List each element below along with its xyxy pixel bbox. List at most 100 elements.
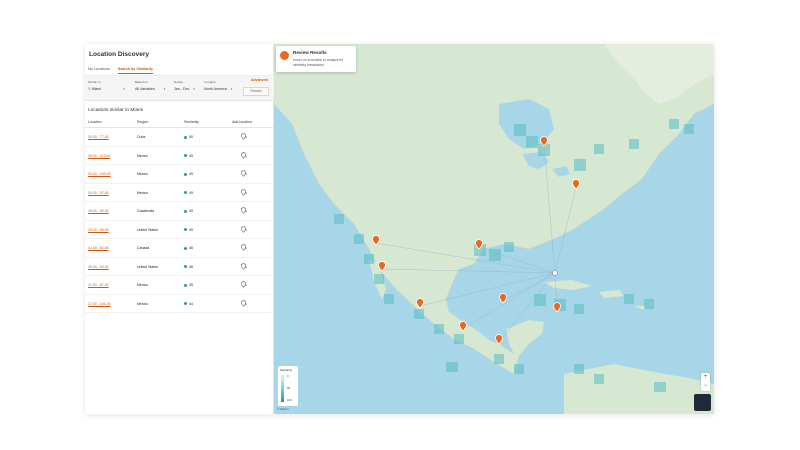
table-row: 42.00, -82.00 Canada 48 bbox=[85, 239, 274, 258]
filter-bar: Similar to ⚲ Miami ▾ Based on All Variab… bbox=[85, 76, 274, 101]
similar-to-label: Similar to bbox=[88, 80, 101, 84]
during-select[interactable]: Jan - Dec ▾ bbox=[174, 87, 195, 91]
table-row: 20.00, -77.00 Cuba 50 bbox=[85, 128, 274, 147]
add-location-icon[interactable] bbox=[240, 225, 247, 233]
in-region-label: In region bbox=[204, 80, 216, 84]
map-marker-icon bbox=[280, 51, 289, 60]
map-canvas bbox=[274, 44, 714, 414]
search-button[interactable]: Search bbox=[243, 87, 269, 96]
similar-to-filter: Similar to bbox=[88, 80, 101, 84]
region-cell: United States bbox=[137, 227, 159, 232]
similarity-value: 49 bbox=[189, 209, 193, 213]
tooltip-title: Review Results bbox=[293, 50, 327, 55]
map-view[interactable]: Review Results Hover on a location to an… bbox=[274, 44, 714, 414]
cuba-island bbox=[544, 280, 592, 290]
location-link[interactable]: 26.00, -113.00 bbox=[88, 154, 110, 158]
tab-bar: My Locations Search by Similarity bbox=[88, 67, 153, 74]
add-location-icon[interactable] bbox=[240, 244, 247, 251]
similar-to-select[interactable]: ⚲ Miami ▾ bbox=[88, 87, 125, 91]
results-table-body: 20.00, -77.00 Cuba 50 26.00, -113.00 Mex… bbox=[85, 128, 274, 313]
similarity-cell: 50 bbox=[184, 135, 193, 139]
based-on-label: Based on bbox=[135, 80, 148, 84]
similarity-value: 49 bbox=[189, 227, 193, 232]
similarity-value: 49 bbox=[189, 172, 193, 176]
table-row: 17.00, -101.00 Mexico 44 bbox=[85, 295, 274, 313]
zoom-out-button[interactable]: − bbox=[701, 382, 710, 391]
table-row: 30.00, -94.00 United States 48 bbox=[85, 258, 274, 276]
based-on-select[interactable]: All Variables ▾ bbox=[135, 87, 165, 91]
page-title: Location Discovery bbox=[89, 51, 149, 58]
pin-icon: ⚲ bbox=[88, 87, 91, 91]
similarity-dot-icon bbox=[184, 302, 187, 306]
location-link[interactable]: 20.00, -77.00 bbox=[88, 135, 109, 139]
legend-label-max: 100 bbox=[287, 398, 292, 402]
table-row: 15.00, -90.00 Guatemala 49 bbox=[85, 202, 274, 221]
region-cell: Guatemala bbox=[137, 209, 155, 213]
during-label: During bbox=[174, 80, 183, 84]
region-cell: Mexico bbox=[137, 301, 149, 306]
zoom-in-button[interactable]: + bbox=[701, 373, 710, 382]
table-row: 26.00, -113.00 Mexico 49 bbox=[85, 147, 274, 165]
similarity-value: 48 bbox=[189, 264, 193, 269]
chevron-down-icon: ▾ bbox=[123, 87, 125, 91]
location-discovery-panel: Location Discovery My Locations Search b… bbox=[85, 44, 274, 414]
similarity-dot-icon bbox=[184, 246, 187, 250]
similarity-dot-icon bbox=[184, 191, 187, 195]
similarity-dot-icon bbox=[184, 265, 187, 269]
map-marker-icon bbox=[499, 293, 507, 304]
similarity-value: 45 bbox=[189, 283, 193, 287]
similarity-cell: 45 bbox=[184, 283, 193, 287]
column-header-location: Location bbox=[88, 120, 102, 124]
add-location-icon[interactable] bbox=[240, 133, 247, 140]
in-region-select[interactable]: North America ▾ bbox=[204, 87, 232, 91]
similarity-dot-icon bbox=[184, 135, 187, 139]
similarity-dot-icon bbox=[184, 154, 187, 158]
similarity-cell: 49 bbox=[184, 191, 193, 195]
table-row: 24.00, -97.00 Mexico 49 bbox=[85, 184, 274, 202]
location-link[interactable]: 30.00, -94.00 bbox=[88, 265, 109, 269]
legend-label-mid: 50 bbox=[287, 386, 291, 390]
location-link[interactable]: 42.00, -82.00 bbox=[88, 246, 109, 250]
location-link[interactable]: 20.00, -103.00 bbox=[88, 172, 111, 176]
similarity-value: 48 bbox=[189, 246, 193, 250]
legend-label-min: 0 bbox=[287, 374, 289, 378]
add-location-icon[interactable] bbox=[240, 262, 247, 270]
based-on-filter: Based on bbox=[135, 80, 148, 84]
column-header-region: Region bbox=[137, 120, 149, 124]
add-location-icon[interactable] bbox=[240, 188, 247, 196]
tab-my-locations[interactable]: My Locations bbox=[88, 67, 110, 74]
region-cell: Cuba bbox=[137, 135, 146, 139]
region-cell: Mexico bbox=[137, 153, 149, 158]
map-layer-button[interactable] bbox=[694, 394, 711, 411]
similarity-value: 49 bbox=[189, 190, 193, 195]
add-location-icon[interactable] bbox=[240, 151, 247, 159]
reference-location-icon bbox=[552, 270, 558, 276]
similarity-value: 44 bbox=[189, 301, 193, 306]
location-link[interactable]: 15.00, -90.00 bbox=[88, 209, 109, 213]
region-cell: Mexico bbox=[137, 172, 149, 176]
add-location-icon[interactable] bbox=[240, 170, 247, 177]
region-cell: Mexico bbox=[137, 190, 149, 195]
advanced-link[interactable]: Advanced bbox=[251, 78, 268, 82]
region-cell: United States bbox=[137, 264, 159, 269]
in-region-filter: In region bbox=[204, 80, 216, 84]
table-row: 20.00, -103.00 Mexico 49 bbox=[85, 165, 274, 184]
results-heading: Locations similar to Miami bbox=[88, 108, 144, 113]
chevron-down-icon: ▾ bbox=[193, 87, 195, 91]
column-header-add-location: Add location bbox=[232, 120, 252, 124]
caribbean-islands bbox=[599, 290, 646, 310]
location-link[interactable]: 17.00, -101.00 bbox=[88, 302, 111, 306]
table-row: 21.00, -87.00 Mexico 45 bbox=[85, 276, 274, 295]
add-location-icon[interactable] bbox=[240, 207, 247, 214]
similar-to-value: Miami bbox=[91, 87, 102, 91]
similarity-cell: 48 bbox=[184, 265, 193, 269]
similarity-value: 50 bbox=[189, 135, 193, 139]
location-link[interactable]: 24.00, -97.00 bbox=[88, 191, 109, 195]
similarity-cell: 48 bbox=[184, 246, 193, 250]
location-link[interactable]: 21.00, -87.00 bbox=[88, 283, 109, 287]
add-location-icon[interactable] bbox=[240, 299, 247, 307]
region-cell: Canada bbox=[137, 246, 150, 250]
tab-search-by-similarity[interactable]: Search by Similarity bbox=[117, 67, 153, 74]
location-link[interactable]: 29.00, -95.00 bbox=[88, 228, 109, 232]
add-location-icon[interactable] bbox=[240, 281, 247, 288]
